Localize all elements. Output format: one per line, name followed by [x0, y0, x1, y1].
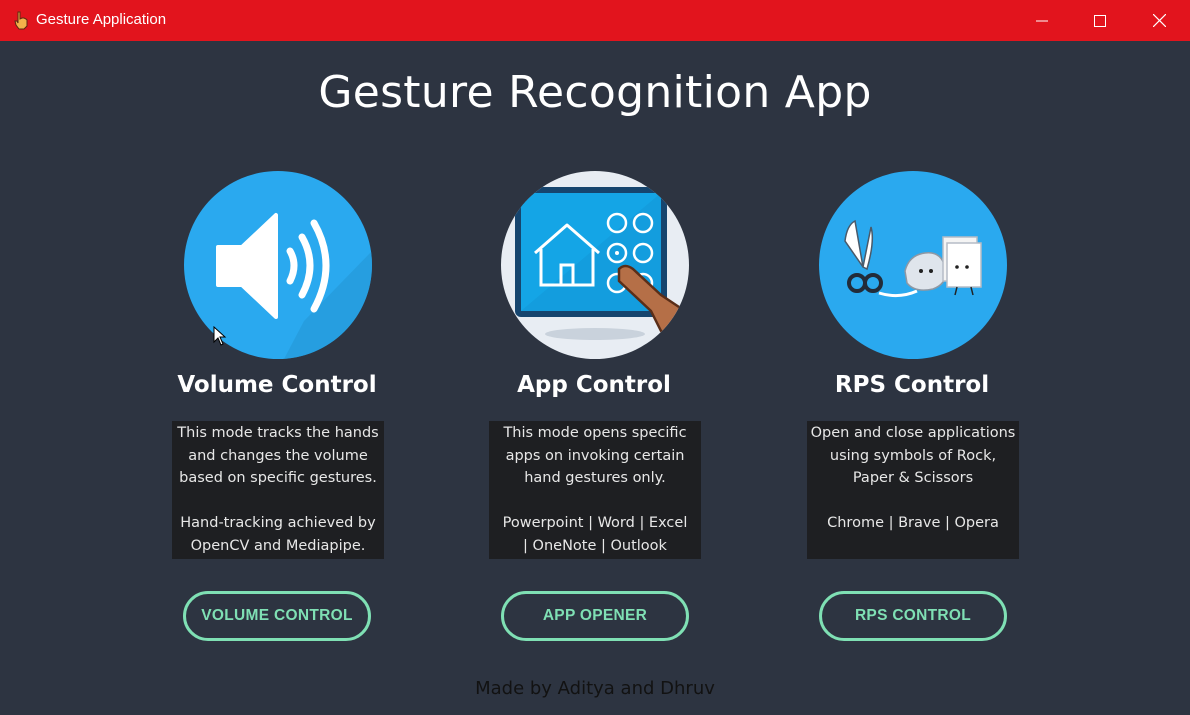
description-line: Paper & Scissors — [852, 470, 974, 486]
touch-tablet-icon — [501, 171, 689, 359]
description-line: hand gestures only. — [524, 470, 666, 486]
main-content: Gesture Recognition App Volume Control T… — [0, 41, 1190, 715]
rps-control-button[interactable]: RPS CONTROL — [819, 591, 1007, 641]
volume-control-title: Volume Control — [177, 372, 377, 398]
rps-control-description: Open and close applications using symbol… — [807, 421, 1019, 559]
volume-control-description: This mode tracks the hands and changes t… — [172, 421, 384, 559]
minimize-button[interactable] — [1013, 0, 1071, 41]
description-line: Open and close applications — [810, 425, 1016, 441]
close-icon — [1152, 14, 1166, 27]
app-hand-icon — [14, 11, 28, 30]
description-line: and changes the volume — [188, 447, 368, 464]
mouse-cursor-icon — [213, 326, 227, 346]
description-line: This mode tracks the hands — [177, 425, 379, 441]
rps-control-title: RPS Control — [834, 372, 990, 398]
rock-paper-scissors-icon — [819, 171, 1007, 359]
app-opener-button[interactable]: APP OPENER — [501, 591, 689, 641]
description-line: This mode opens specific — [503, 425, 687, 441]
description-line: using symbols of Rock, — [829, 447, 997, 464]
description-line: Hand-tracking achieved by — [180, 515, 376, 531]
volume-control-button[interactable]: VOLUME CONTROL — [183, 591, 371, 641]
maximize-button[interactable] — [1071, 0, 1129, 41]
description-line: | OneNote | Outlook — [523, 537, 667, 554]
title-bar: Gesture Application — [0, 0, 1190, 41]
page-title: Gesture Recognition App — [318, 67, 872, 118]
footer-credit: Made by Aditya and Dhruv — [475, 678, 715, 699]
description-line: apps on invoking certain — [505, 447, 685, 464]
description-line: Chrome | Brave | Opera — [827, 515, 999, 531]
window-title: Gesture Application — [36, 11, 167, 28]
app-control-title: App Control — [517, 372, 671, 398]
description-line: Powerpoint | Word | Excel — [502, 515, 688, 531]
description-line: based on specific gestures. — [179, 470, 377, 486]
app-control-description: This mode opens specific apps on invokin… — [489, 421, 701, 559]
maximize-icon — [1094, 14, 1106, 27]
close-button[interactable] — [1130, 0, 1188, 41]
description-line: OpenCV and Mediapipe. — [190, 537, 366, 554]
minimize-icon — [1036, 20, 1048, 21]
